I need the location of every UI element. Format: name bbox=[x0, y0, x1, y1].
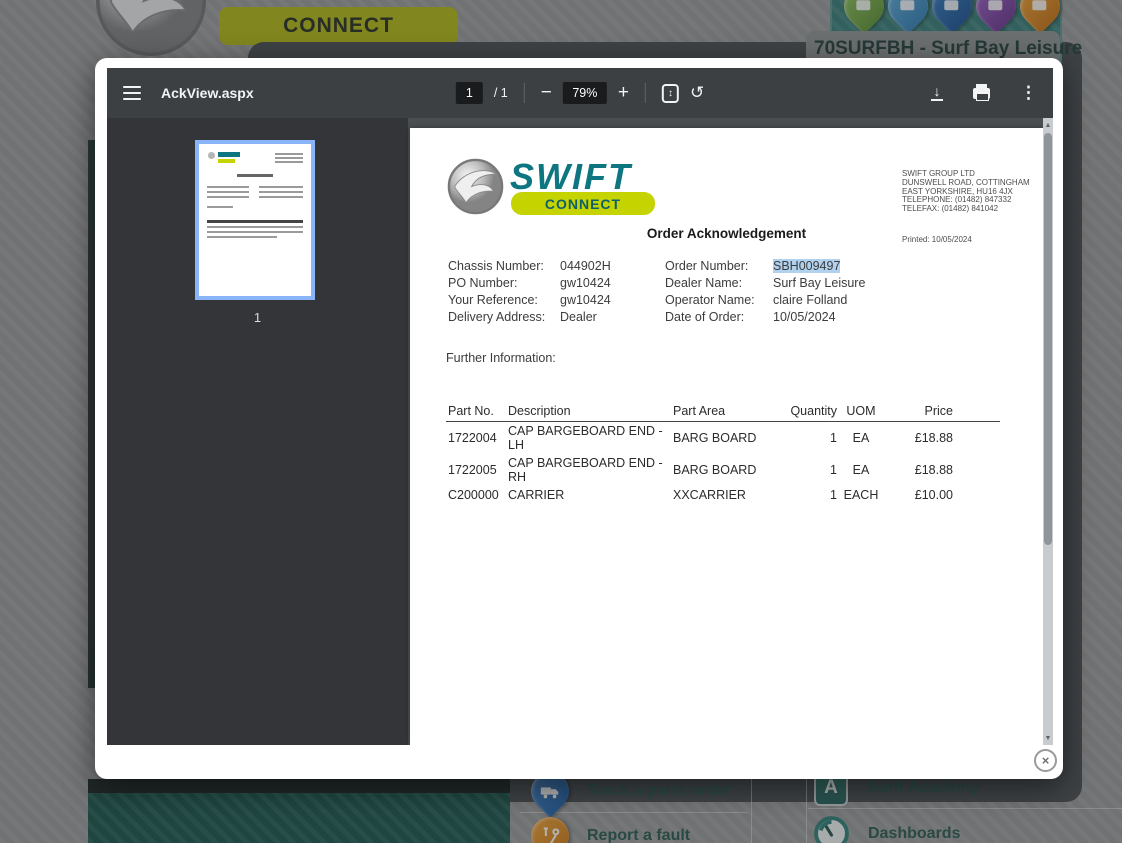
page-number-input[interactable] bbox=[455, 82, 483, 104]
zoom-in-button[interactable]: + bbox=[618, 83, 629, 103]
pdf-viewer: AckView.aspx / 1 − + ↕ ↺ ↓ bbox=[107, 68, 1053, 745]
scroll-up-icon[interactable]: ▲ bbox=[1043, 118, 1053, 132]
page-count-label: / 1 bbox=[493, 86, 508, 100]
selected-order-number: SBH009497 bbox=[773, 259, 841, 273]
zoom-out-button[interactable]: − bbox=[541, 83, 552, 103]
scroll-down-icon[interactable]: ▼ bbox=[1043, 731, 1053, 745]
more-options-icon[interactable]: ⋮ bbox=[1020, 83, 1037, 103]
download-icon[interactable]: ↓ bbox=[931, 84, 943, 101]
further-information-label: Further Information: bbox=[446, 351, 556, 365]
thumbnail-page-number: 1 bbox=[253, 310, 262, 325]
toolbar-separator bbox=[644, 83, 646, 103]
swift-bird-logo bbox=[447, 158, 504, 215]
menu-icon[interactable] bbox=[123, 86, 141, 100]
pdf-document-title: AckView.aspx bbox=[161, 85, 254, 101]
pdf-page-area: SWIFT CONNECT SWIFT GROUP LTD DUNSWELL R… bbox=[408, 118, 1053, 745]
document-title: Order Acknowledgement bbox=[646, 226, 807, 241]
fit-to-page-icon[interactable]: ↕ bbox=[661, 83, 679, 103]
document-page: SWIFT CONNECT SWIFT GROUP LTD DUNSWELL R… bbox=[410, 128, 1043, 745]
print-icon[interactable] bbox=[973, 83, 990, 101]
table-header-row: Part No. Description Part Area Quantity … bbox=[446, 404, 1000, 422]
table-row: 1722004 CAP BARGEBOARD END - LH BARG BOA… bbox=[448, 424, 953, 452]
close-modal-button[interactable]: × bbox=[1034, 749, 1057, 772]
pdf-scrollbar[interactable]: ▲ ▼ bbox=[1043, 118, 1053, 745]
parts-table: Part No. Description Part Area Quantity … bbox=[446, 404, 1000, 504]
scrollbar-thumb[interactable] bbox=[1044, 133, 1052, 545]
toolbar-separator bbox=[523, 83, 525, 103]
pdf-toolbar: AckView.aspx / 1 − + ↕ ↺ ↓ bbox=[107, 68, 1053, 118]
thumbnail-sidebar: 1 bbox=[107, 118, 408, 745]
pdf-body: 1 SWIFT CONNECT SWIFT GROUP LTD DUNSWELL… bbox=[107, 118, 1053, 745]
connect-badge: CONNECT bbox=[511, 192, 655, 215]
page-thumbnail[interactable] bbox=[195, 140, 315, 300]
table-row: C200000 CARRIER XXCARRIER 1 EACH £10.00 bbox=[448, 488, 953, 502]
pdf-modal-dialog: AckView.aspx / 1 − + ↕ ↺ ↓ bbox=[95, 58, 1063, 779]
zoom-level-input[interactable] bbox=[562, 82, 607, 104]
application-window: CONNECT 70SURFBH - Surf Bay Leisure Trac… bbox=[0, 0, 1122, 843]
company-address: SWIFT GROUP LTD DUNSWELL ROAD, COTTINGHA… bbox=[902, 169, 1030, 214]
table-row: 1722005 CAP BARGEBOARD END - RH BARG BOA… bbox=[448, 456, 953, 484]
rotate-icon[interactable]: ↺ bbox=[690, 83, 704, 103]
